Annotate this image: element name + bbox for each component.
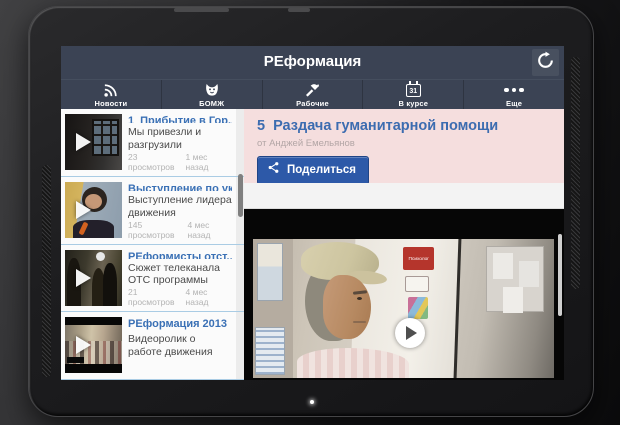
share-label: Поделиться xyxy=(287,164,356,176)
item-description: Видеоролик о работе движения xyxy=(128,333,232,359)
app-title: РЕформация xyxy=(61,53,564,70)
nav-label: В курсе xyxy=(398,99,428,108)
video-thumbnail xyxy=(65,114,122,170)
share-button[interactable]: Поделиться xyxy=(257,156,369,185)
play-icon xyxy=(76,133,91,151)
item-meta: 23 просмотров 1 мес назад xyxy=(128,152,232,172)
play-icon xyxy=(76,269,91,287)
more-dots-icon xyxy=(504,82,524,98)
nav-label: Рабочие xyxy=(296,99,329,108)
detail-pane: 5Раздача гуманитарной помощи от Анджей Е… xyxy=(244,109,564,380)
list-item[interactable]: 1Прибытие в Гор... Мы привезли и разгруз… xyxy=(61,109,244,177)
share-icon xyxy=(267,161,280,179)
refresh-icon xyxy=(536,51,555,75)
beard-face-icon xyxy=(204,82,220,98)
calendar-icon: 31 xyxy=(406,82,421,98)
power-button xyxy=(288,8,310,12)
item-text: РЕформисты отст... Сюжет телеканала ОТС … xyxy=(128,250,232,308)
item-age: 4 мес назад xyxy=(188,220,233,240)
speaker-grille-right xyxy=(571,57,580,289)
detail-header: 5Раздача гуманитарной помощи от Анджей Е… xyxy=(244,109,564,183)
item-text: 1Прибытие в Гор... Мы привезли и разгруз… xyxy=(128,114,232,172)
wall-posters xyxy=(253,239,293,378)
item-meta: 21 просмотров 4 мес назад xyxy=(128,287,232,307)
item-title: РЕформация 2013 xyxy=(128,318,232,330)
camera-dot xyxy=(310,400,314,404)
nav-item-bomzh[interactable]: БОМЖ xyxy=(161,80,262,109)
calendar-day: 31 xyxy=(409,88,417,96)
list-scrollbar[interactable] xyxy=(238,174,243,217)
notice-board xyxy=(486,246,544,312)
content: 1Прибытие в Гор... Мы привезли и разгруз… xyxy=(61,109,564,380)
list-item[interactable]: Выступление по ук... Выступление лидера … xyxy=(61,177,244,245)
item-title: РЕформисты отст... xyxy=(128,251,232,259)
duration-badge xyxy=(67,357,84,363)
nav-item-novosti[interactable]: Новости xyxy=(61,80,161,109)
background: РЕформация xyxy=(0,0,620,425)
video-title: 5Раздача гуманитарной помощи xyxy=(257,118,554,134)
play-button[interactable] xyxy=(395,318,425,348)
list-item[interactable]: РЕформация 2013 Видеоролик о работе движ… xyxy=(61,312,244,380)
nav-bar: Новости БОМЖ xyxy=(61,79,564,109)
play-icon xyxy=(76,336,91,354)
nav-item-vkurse[interactable]: 31 В курсе xyxy=(362,80,463,109)
video-list: 1Прибытие в Гор... Мы привезли и разгруз… xyxy=(61,109,244,380)
nav-item-esche[interactable]: Еще xyxy=(463,80,564,109)
rss-icon xyxy=(103,82,118,98)
item-views: 145 просмотров xyxy=(128,220,188,240)
item-title: 1Прибытие в Гор... xyxy=(128,115,232,123)
nav-label: Новости xyxy=(94,99,127,108)
item-views: 23 просмотров xyxy=(128,152,186,172)
nav-label: БОМЖ xyxy=(199,99,224,108)
video-thumbnail xyxy=(65,182,122,238)
detail-divider xyxy=(244,183,564,209)
tablet-device: РЕформация xyxy=(28,6,594,417)
refresh-button[interactable] xyxy=(532,49,559,76)
item-text: Выступление по ук... Выступление лидера … xyxy=(128,182,232,240)
hammer-icon xyxy=(304,82,320,98)
item-description: Мы привезли и разгрузили xyxy=(128,126,232,152)
man-in-cap xyxy=(293,239,433,378)
volume-button xyxy=(174,8,229,12)
play-icon xyxy=(406,326,417,340)
item-title: Выступление по ук... xyxy=(128,183,232,191)
nav-item-rabochie[interactable]: Рабочие xyxy=(262,80,363,109)
thumbnail-window xyxy=(92,119,119,156)
item-meta: 145 просмотров 4 мес назад xyxy=(128,220,232,240)
item-age: 4 мес назад xyxy=(186,287,232,307)
item-description: Сюжет телеканала ОТС программы xyxy=(128,262,232,288)
speaker-grille-left xyxy=(42,165,51,377)
video-frame: Психолог xyxy=(253,239,554,378)
item-description: Выступление лидера движения xyxy=(128,194,232,220)
play-icon xyxy=(76,201,91,219)
list-item[interactable]: РЕформисты отст... Сюжет телеканала ОТС … xyxy=(61,245,244,313)
item-text: РЕформация 2013 Видеоролик о работе движ… xyxy=(128,317,232,375)
video-thumbnail xyxy=(65,250,122,306)
detail-scrollbar[interactable] xyxy=(558,234,562,316)
app-bar: РЕформация xyxy=(61,46,564,79)
item-views: 21 просмотров xyxy=(128,287,186,307)
item-age: 1 мес назад xyxy=(186,152,232,172)
screen: РЕформация xyxy=(61,46,564,380)
nav-label: Еще xyxy=(506,99,522,108)
video-author: от Анджей Емельянов xyxy=(257,138,554,149)
video-thumbnail xyxy=(65,317,122,373)
video-player[interactable]: Психолог xyxy=(244,209,564,380)
